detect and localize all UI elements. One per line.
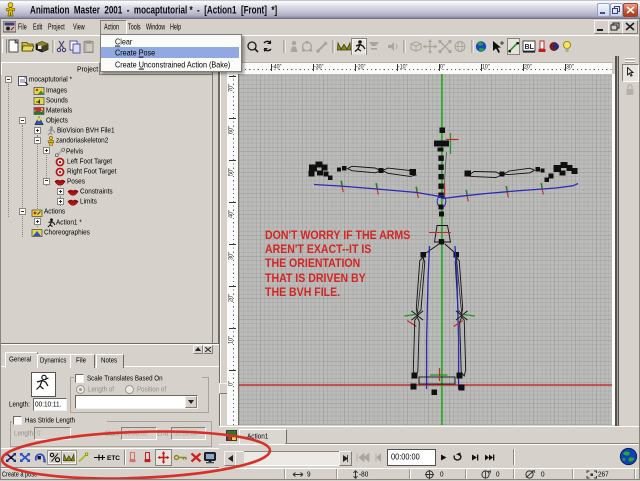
- svg-text:BL: BL: [525, 44, 535, 51]
- svg-text:ETC: ETC: [107, 455, 120, 462]
